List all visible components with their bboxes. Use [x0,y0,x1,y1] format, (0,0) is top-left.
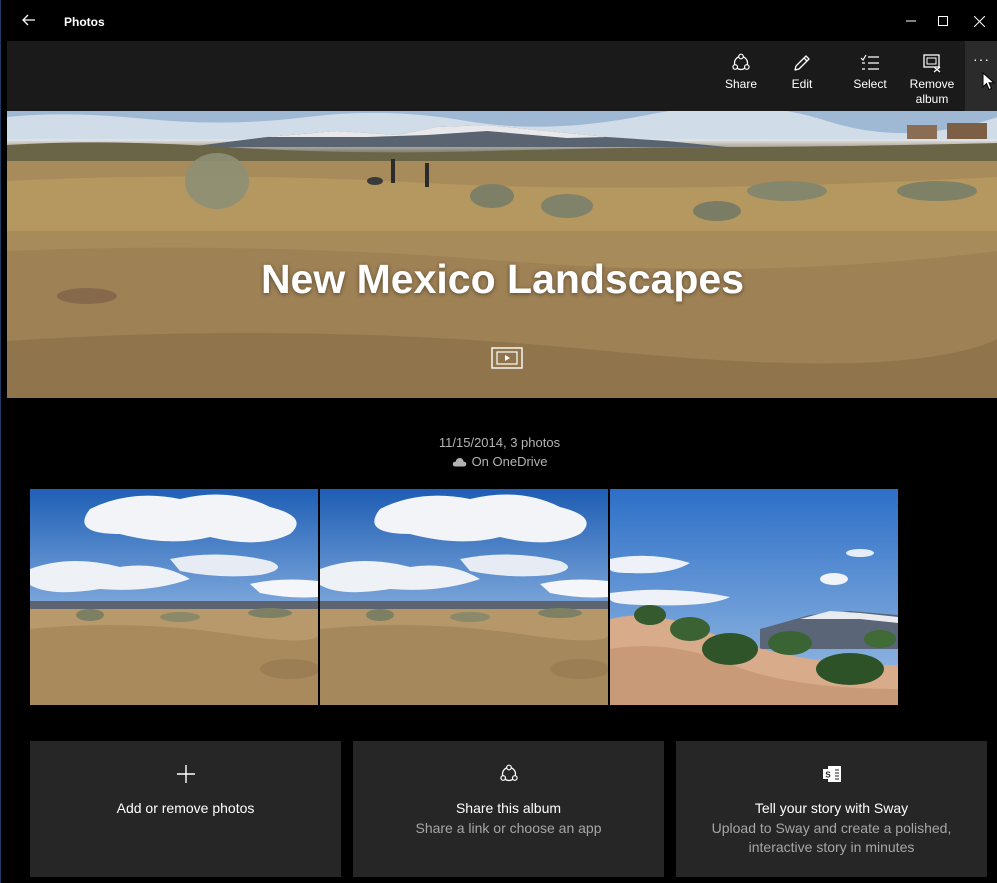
photo-thumbnail-2[interactable] [320,489,608,705]
mouse-cursor-icon [982,72,996,91]
sway-title: Tell your story with Sway [754,800,909,816]
remove-label-line1: Remove [909,77,955,91]
edit-button[interactable]: Edit [786,41,818,111]
cloud-icon [452,457,466,466]
maximize-icon [938,16,948,26]
title-bar: Photos [1,0,997,41]
plus-icon [176,765,195,783]
sway-subtitle-line2: interactive story in minutes [748,839,915,855]
storage-location: On OneDrive [1,454,997,469]
photo-thumbnail-1[interactable] [30,489,318,705]
add-remove-title: Add or remove photos [116,800,255,816]
back-arrow-icon [22,14,35,26]
svg-text:S: S [825,771,831,780]
share-album-subtitle: Share a link or choose an app [415,820,602,836]
pencil-icon [794,55,810,71]
minimize-button[interactable] [895,8,927,34]
minimize-icon [906,20,916,22]
photos-app-window: Photos Share Edit Select Remove album ··… [0,0,997,883]
sway-subtitle: Upload to Sway and create a polished, in… [676,819,987,857]
back-button[interactable] [17,8,41,32]
remove-label-line2: album [915,92,949,106]
select-label: Select [853,77,887,91]
share-icon [732,53,750,71]
share-button[interactable]: Share [718,41,764,111]
select-button[interactable]: Select [847,41,893,111]
close-button[interactable] [963,8,995,34]
edit-label: Edit [791,77,813,91]
app-title: Photos [64,15,105,29]
remove-album-label: Remove album [910,77,955,107]
album-title: New Mexico Landscapes [260,256,745,302]
command-bar: Share Edit Select Remove album ··· [7,41,997,111]
share-label: Share [724,77,758,91]
sway-subtitle-line1: Upload to Sway and create a polished, [711,820,952,836]
slideshow-button[interactable] [491,347,523,369]
share-icon [499,764,518,782]
more-icon: ··· [973,51,990,67]
sway-icon: S [822,766,841,782]
remove-album-button[interactable]: Remove album [907,41,957,111]
share-album-tile[interactable]: Share this album Share a link or choose … [353,741,664,877]
share-album-title: Share this album [455,800,562,816]
close-icon [973,15,985,27]
slideshow-icon [491,347,523,369]
album-hero-image: New Mexico Landscapes [7,111,997,398]
album-date-count: 11/15/2014, 3 photos [438,435,561,450]
photo-thumbnail-3[interactable] [610,489,898,705]
remove-album-icon [923,54,941,73]
storage-label: On OneDrive [471,454,548,469]
sway-story-tile[interactable]: S Tell your story with Sway Upload to Sw… [676,741,987,877]
add-remove-photos-tile[interactable]: Add or remove photos [30,741,341,877]
maximize-button[interactable] [927,8,959,34]
checklist-icon [860,54,879,70]
